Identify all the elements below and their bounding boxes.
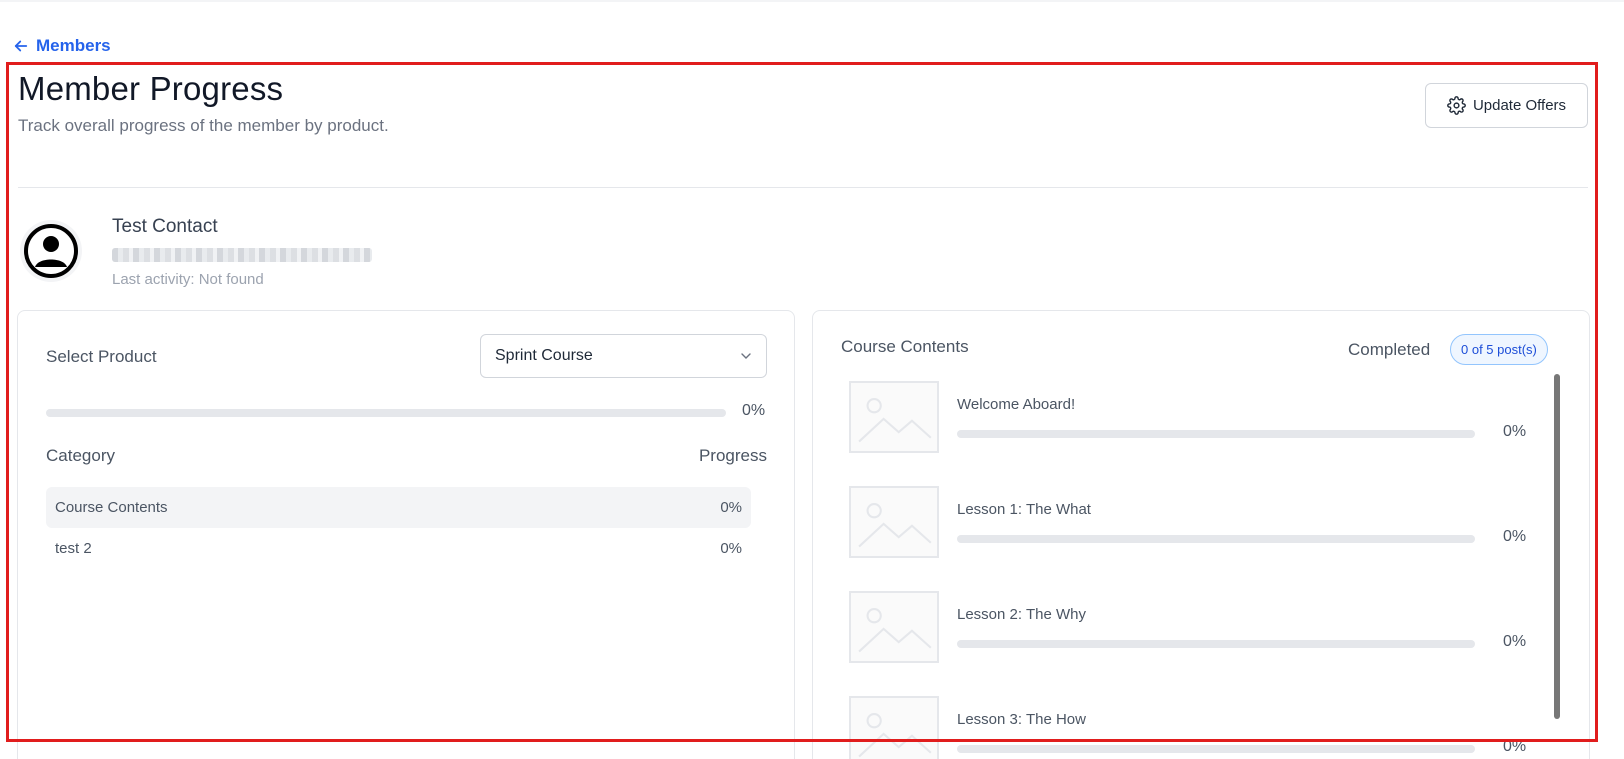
- lesson-progress-bar: [957, 640, 1475, 648]
- chevron-down-icon: [741, 353, 751, 359]
- progress-column-header: Progress: [698, 446, 767, 465]
- lesson-progress-percent: 0%: [1503, 423, 1527, 440]
- back-to-members-link[interactable]: Members: [12, 36, 111, 56]
- select-product-label: Select Product: [46, 347, 157, 366]
- lesson-item[interactable]: Lesson 2: The Why 0%: [841, 583, 1546, 683]
- image-placeholder-icon: [849, 381, 939, 453]
- lesson-title: Welcome Aboard!: [957, 396, 1076, 413]
- lesson-progress-percent: 0%: [1503, 738, 1527, 755]
- user-circle-icon: [24, 224, 78, 278]
- lesson-progress-bar: [957, 535, 1475, 543]
- course-contents-title: Course Contents: [841, 337, 969, 356]
- section-divider: [18, 187, 1588, 188]
- lesson-progress-bar: [957, 430, 1475, 438]
- product-select-value: Sprint Course: [495, 347, 593, 364]
- overall-progress-bar: [46, 409, 726, 417]
- arrow-left-icon: [14, 40, 28, 52]
- overall-progress-percent: 0%: [742, 402, 766, 419]
- page-subtitle: Track overall progress of the member by …: [18, 116, 389, 135]
- lesson-item[interactable]: Lesson 3: The How 0%: [841, 688, 1546, 759]
- lesson-progress-percent: 0%: [1503, 633, 1527, 650]
- avatar: [20, 220, 82, 282]
- image-placeholder-icon: [849, 696, 939, 759]
- category-row-course-contents[interactable]: Course Contents 0%: [46, 487, 751, 528]
- page-title: Member Progress: [18, 70, 284, 107]
- category-column-header: Category: [46, 446, 115, 465]
- category-progress: 0%: [720, 499, 742, 516]
- lesson-title: Lesson 2: The Why: [957, 606, 1086, 623]
- last-activity: Last activity: Not found: [112, 271, 264, 288]
- contact-email-redacted: [112, 248, 372, 262]
- product-progress-panel: Select Product Sprint Course 0% Category…: [17, 310, 795, 759]
- lesson-list: Welcome Aboard! 0% Lesson 1: The What 0%…: [841, 373, 1546, 759]
- course-contents-panel: Course Contents Completed 0 of 5 post(s)…: [812, 310, 1590, 759]
- update-offers-button[interactable]: Update Offers: [1425, 83, 1588, 128]
- update-offers-label: Update Offers: [1472, 97, 1567, 114]
- completed-label: Completed: [1348, 340, 1431, 359]
- lesson-list-scrollbar[interactable]: [1554, 374, 1560, 719]
- image-placeholder-icon: [849, 591, 939, 663]
- category-name: test 2: [55, 540, 92, 557]
- category-progress: 0%: [720, 540, 742, 557]
- category-row-test-2[interactable]: test 2 0%: [46, 528, 751, 569]
- image-placeholder-icon: [849, 486, 939, 558]
- category-name: Course Contents: [55, 499, 168, 516]
- product-select[interactable]: Sprint Course: [480, 334, 767, 378]
- lesson-title: Lesson 1: The What: [957, 501, 1091, 518]
- lesson-item[interactable]: Lesson 1: The What 0%: [841, 478, 1546, 578]
- lesson-item[interactable]: Welcome Aboard! 0%: [841, 373, 1546, 473]
- lesson-progress-percent: 0%: [1503, 528, 1527, 545]
- back-link-label[interactable]: Members: [36, 36, 111, 56]
- gear-icon: [1447, 96, 1466, 115]
- contact-name: Test Contact: [112, 216, 218, 237]
- lesson-title: Lesson 3: The How: [957, 711, 1086, 728]
- lesson-progress-bar: [957, 745, 1475, 753]
- completed-count-badge: 0 of 5 post(s): [1450, 334, 1548, 365]
- top-border: [0, 0, 1624, 2]
